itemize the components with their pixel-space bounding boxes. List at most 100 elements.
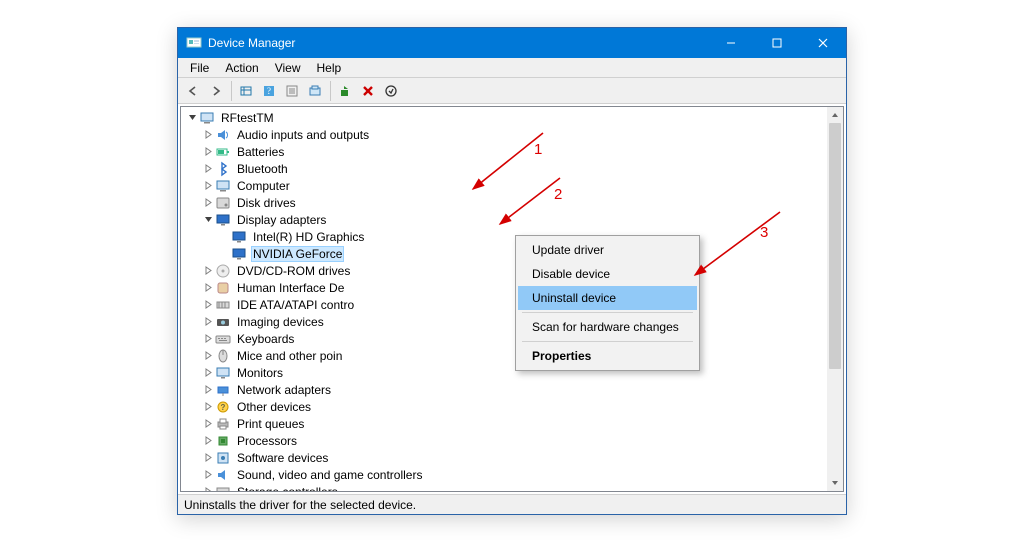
tree-item-audio[interactable]: Audio inputs and outputs <box>183 126 827 143</box>
toolbar-help-button[interactable]: ? <box>258 80 280 102</box>
other-icon: ? <box>215 399 231 415</box>
monitor-icon <box>215 365 231 381</box>
scrollbar-vertical[interactable] <box>827 107 843 491</box>
maximize-button[interactable] <box>754 28 800 58</box>
context-menu-item-disable-device[interactable]: Disable device <box>518 262 697 286</box>
minimize-button[interactable] <box>708 28 754 58</box>
mouse-icon <box>215 348 231 364</box>
chevron-right-icon[interactable] <box>201 281 215 295</box>
chevron-right-icon[interactable] <box>201 366 215 380</box>
context-menu-item-update-driver[interactable]: Update driver <box>518 238 697 262</box>
chevron-right-icon[interactable] <box>201 179 215 193</box>
tree-item-cpu[interactable]: Processors <box>183 432 827 449</box>
tree-item-mouse[interactable]: Mice and other poin <box>183 347 827 364</box>
chevron-right-icon[interactable] <box>201 434 215 448</box>
chevron-right-icon[interactable] <box>201 162 215 176</box>
chevron-right-icon[interactable] <box>201 196 215 210</box>
tree-item-label: Computer <box>235 179 292 193</box>
scroll-down-arrow[interactable] <box>827 475 843 491</box>
chevron-right-icon[interactable] <box>201 485 215 492</box>
scroll-up-arrow[interactable] <box>827 107 843 123</box>
tree-item-other[interactable]: ?Other devices <box>183 398 827 415</box>
chevron-right-icon[interactable] <box>201 128 215 142</box>
chevron-right-icon[interactable] <box>201 298 215 312</box>
scroll-track[interactable] <box>827 123 843 475</box>
device-tree[interactable]: RFtestTMAudio inputs and outputsBatterie… <box>181 107 827 491</box>
tree-item-battery[interactable]: Batteries <box>183 143 827 160</box>
chevron-right-icon[interactable] <box>201 264 215 278</box>
hid-icon <box>215 280 231 296</box>
print-icon <box>215 416 231 432</box>
context-menu-item-scan-for-hardware-changes[interactable]: Scan for hardware changes <box>518 315 697 339</box>
tree-item-label: Processors <box>235 434 299 448</box>
dvd-icon <box>215 263 231 279</box>
toolbar-show-hidden-button[interactable] <box>235 80 257 102</box>
toolbar-forward-button[interactable] <box>205 80 227 102</box>
display-icon <box>231 229 247 245</box>
close-button[interactable] <box>800 28 846 58</box>
menu-file[interactable]: File <box>182 59 217 77</box>
context-menu-separator <box>522 341 693 342</box>
menu-action[interactable]: Action <box>217 59 266 77</box>
chevron-right-icon[interactable] <box>201 468 215 482</box>
context-menu[interactable]: Update driverDisable deviceUninstall dev… <box>515 235 700 371</box>
tree-item-disk[interactable]: Disk drives <box>183 194 827 211</box>
titlebar[interactable]: Device Manager <box>178 28 846 58</box>
tree-item-display[interactable]: Display adapters <box>183 211 827 228</box>
tree-item-imaging[interactable]: Imaging devices <box>183 313 827 330</box>
chevron-right-icon[interactable] <box>201 349 215 363</box>
context-menu-item-properties[interactable]: Properties <box>518 344 697 368</box>
toolbar-scan-button[interactable] <box>304 80 326 102</box>
bluetooth-icon <box>215 161 231 177</box>
tree-item-network[interactable]: Network adapters <box>183 381 827 398</box>
tree-item-computer[interactable]: Computer <box>183 177 827 194</box>
chevron-right-icon[interactable] <box>201 145 215 159</box>
chevron-down-icon[interactable] <box>201 213 215 227</box>
tree-item-label: Network adapters <box>235 383 333 397</box>
tree-item-storage[interactable]: Storage controllers <box>183 483 827 491</box>
tree-item-ide[interactable]: IDE ATA/ATAPI contro <box>183 296 827 313</box>
annotation-label-2: 2 <box>554 186 562 203</box>
tree-item-keyboard[interactable]: Keyboards <box>183 330 827 347</box>
toolbar-update-driver-button[interactable] <box>334 80 356 102</box>
toolbar-uninstall-button[interactable] <box>357 80 379 102</box>
disk-icon <box>215 195 231 211</box>
menu-help[interactable]: Help <box>309 59 350 77</box>
tree-item-software[interactable]: Software devices <box>183 449 827 466</box>
tree-root[interactable]: RFtestTM <box>183 109 827 126</box>
tree-item-label: DVD/CD-ROM drives <box>235 264 352 278</box>
toolbar-enable-button[interactable] <box>380 80 402 102</box>
chevron-right-icon[interactable] <box>201 400 215 414</box>
audio-icon <box>215 127 231 143</box>
tree-item-print[interactable]: Print queues <box>183 415 827 432</box>
display-icon <box>231 246 247 262</box>
svg-text:?: ? <box>221 403 226 412</box>
chevron-right-icon[interactable] <box>201 417 215 431</box>
chevron-right-icon[interactable] <box>201 383 215 397</box>
toolbar-properties-button[interactable] <box>281 80 303 102</box>
tree-item-label: Imaging devices <box>235 315 326 329</box>
tree-item-sound[interactable]: Sound, video and game controllers <box>183 466 827 483</box>
chevron-right-icon[interactable] <box>201 315 215 329</box>
device-tree-panel: RFtestTMAudio inputs and outputsBatterie… <box>180 106 844 492</box>
chevron-right-icon[interactable] <box>201 451 215 465</box>
battery-icon <box>215 144 231 160</box>
tree-item-hid[interactable]: Human Interface De <box>183 279 827 296</box>
tree-child-display-1[interactable]: NVIDIA GeForce <box>183 245 827 262</box>
tree-item-label: Monitors <box>235 366 285 380</box>
tree-item-monitor[interactable]: Monitors <box>183 364 827 381</box>
scroll-thumb[interactable] <box>829 123 841 369</box>
toolbar-back-button[interactable] <box>182 80 204 102</box>
statusbar: Uninstalls the driver for the selected d… <box>178 494 846 514</box>
annotation-label-1: 1 <box>534 141 542 158</box>
window-title: Device Manager <box>208 36 295 50</box>
chevron-down-icon[interactable] <box>185 111 199 125</box>
tree-item-label: Storage controllers <box>235 485 340 492</box>
tree-item-bluetooth[interactable]: Bluetooth <box>183 160 827 177</box>
tree-child-display-0[interactable]: Intel(R) HD Graphics <box>183 228 827 245</box>
tree-item-label: Mice and other poin <box>235 349 344 363</box>
chevron-right-icon[interactable] <box>201 332 215 346</box>
context-menu-item-uninstall-device[interactable]: Uninstall device <box>518 286 697 310</box>
menu-view[interactable]: View <box>267 59 309 77</box>
tree-item-dvd[interactable]: DVD/CD-ROM drives <box>183 262 827 279</box>
